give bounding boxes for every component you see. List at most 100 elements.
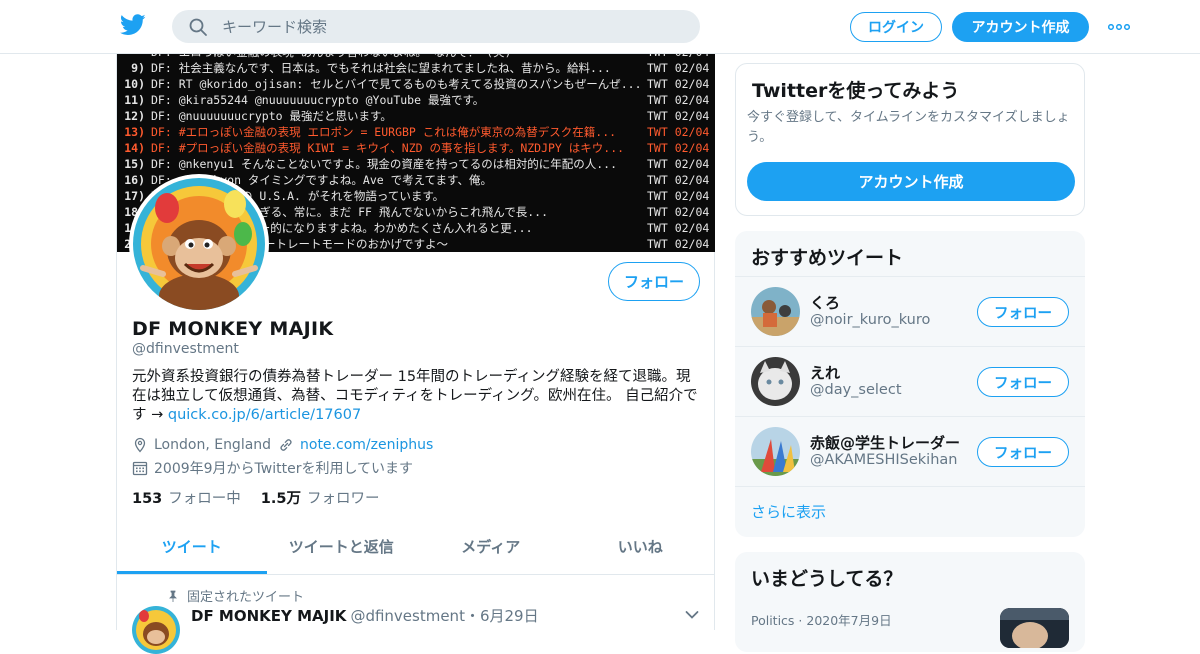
banner-line-number: 15) xyxy=(124,157,145,171)
banner-line-number: 13) xyxy=(124,125,145,139)
pinned-label: 固定されたツイート xyxy=(167,586,304,605)
banner-line-source: TWT 02/04 xyxy=(647,173,710,187)
followers-stat[interactable]: 1.5万 フォロワー xyxy=(261,487,380,508)
tweet-author-name[interactable]: DF MONKEY MAJIK xyxy=(191,607,346,625)
signup-card-title: Twitterを使ってみよう xyxy=(752,80,960,102)
user-name: くろ xyxy=(810,294,841,312)
tab-media[interactable]: メディア xyxy=(416,522,566,574)
banner-line-text: DF: #プロっぽい金融の表現 KIWI = キウイ、NZD の事を指します。N… xyxy=(151,141,625,155)
banner-line: 13) DF: #エロっぽい金融の表現 エロポン = EURGBP これは俺が東京… xyxy=(123,124,713,140)
follow-button[interactable]: フォロー xyxy=(977,297,1069,327)
banner-line: 10) DF: RT @korido_ojisan: セルとバイで見てるものも考え… xyxy=(123,76,713,92)
search-bar[interactable] xyxy=(172,10,700,43)
website-link[interactable]: note.com/zeniphus xyxy=(300,437,433,453)
twitter-bird-icon[interactable] xyxy=(120,14,146,36)
user-handle: @noir_kuro_kuro xyxy=(810,312,931,328)
banner-line-text: DF: #エロっぽい金融の表現 エロポン = EURGBP これは俺が東京の為替… xyxy=(151,125,617,139)
user-avatar[interactable] xyxy=(751,357,800,406)
signup-card: Twitterを使ってみよう 今すぐ登録して、タイムラインをカスタマイズしましょ… xyxy=(735,63,1085,216)
user-avatar-image xyxy=(751,287,800,336)
more-options-icon[interactable] xyxy=(1108,24,1130,30)
signup-card-text: 今すぐ登録して、タイムラインをカスタマイズしましょう。 xyxy=(747,110,1070,145)
trend-thumbnail[interactable] xyxy=(1000,608,1069,648)
recommended-title: おすすめツイート xyxy=(751,247,904,269)
calendar-icon xyxy=(132,461,148,476)
pinned-tweet-header: DF MONKEY MAJIK @dfinvestment・6月29日 xyxy=(191,605,539,626)
banner-line-text: DF: RT @korido_ojisan: セルとバイで見てるものも考えてる投… xyxy=(151,77,639,91)
trends-title: いまどうしてる？ xyxy=(751,568,903,590)
tweet-date[interactable]: ・6月29日 xyxy=(465,607,539,625)
recommended-user[interactable]: くろ @noir_kuro_kuro フォロー xyxy=(735,276,1085,346)
user-avatar-image xyxy=(751,357,800,406)
show-more-link[interactable]: さらに表示 xyxy=(751,501,826,522)
banner-line-text: DF: @nuuuuuuucrypto 最強だと思います。 xyxy=(151,109,392,123)
banner-line-number: 11) xyxy=(124,93,145,107)
signup-button[interactable]: アカウント作成 xyxy=(952,12,1089,42)
recommended-user[interactable]: 赤飯@学生トレーダー @AKAMESHISekihan フォロー xyxy=(735,416,1085,486)
tweet-avatar-image xyxy=(132,606,180,654)
banner-line-source: TWT 02/04 xyxy=(647,93,710,107)
followers-label: フォロワー xyxy=(306,491,380,507)
banner-line-source: TWT 02/04 xyxy=(647,77,710,91)
bio-link[interactable]: quick.co.jp/6/article/17607 xyxy=(168,407,361,423)
following-stat[interactable]: 153 フォロー中 xyxy=(132,487,241,508)
pinned-label-text: 固定されたツイート xyxy=(187,590,305,605)
search-input[interactable] xyxy=(222,10,682,43)
joined-text: 2009年9月からTwitterを利用しています xyxy=(154,461,414,477)
profile-tabs: ツイート ツイートと返信 メディア いいね xyxy=(117,522,715,575)
banner-line-source: TWT 02/04 xyxy=(647,237,710,251)
profile-stats: 153 フォロー中 1.5万 フォロワー xyxy=(132,487,379,508)
tab-likes[interactable]: いいね xyxy=(566,522,716,574)
banner-line-text: DF: @nkenyu1 そんなことないですよ。現金の資産を持ってるのは相対的に… xyxy=(151,157,618,171)
banner-line: 14) DF: #プロっぽい金融の表現 KIWI = キウイ、NZD の事を指しま… xyxy=(123,140,713,156)
banner-line: 12) DF: @nuuuuuuucrypto 最強だと思います。 TWT 02/0… xyxy=(123,108,713,124)
banner-line-number: 12) xyxy=(124,109,145,123)
banner-line: 11) DF: @kira55244 @nuuuuuuucrypto @YouTu… xyxy=(123,92,713,108)
banner-line-source: TWT 02/04 xyxy=(647,221,710,235)
trend-meta: Politics · 2020年7月9日 xyxy=(751,613,892,628)
location-text: London, England xyxy=(154,437,272,453)
signup-card-button[interactable]: アカウント作成 xyxy=(747,162,1075,201)
user-avatar[interactable] xyxy=(751,427,800,476)
tweet-author-handle[interactable]: @dfinvestment xyxy=(350,607,465,625)
banner-line-number: 14) xyxy=(124,141,145,155)
follow-button[interactable]: フォロー xyxy=(608,262,700,301)
pin-icon xyxy=(169,590,177,602)
followers-count: 1.5万 xyxy=(260,491,301,507)
banner-line-source: TWT 02/04 xyxy=(647,125,710,139)
banner-line-text: DF: @kira55244 @nuuuuuuucrypto @YouTube … xyxy=(151,93,485,107)
login-button[interactable]: ログイン xyxy=(850,12,942,42)
following-label: フォロー中 xyxy=(168,491,241,507)
trend-thumbnail-image xyxy=(1000,608,1069,648)
link-icon xyxy=(280,439,292,451)
banner-line: 15) DF: @nkenyu1 そんなことないですよ。現金の資産を持ってるのは相… xyxy=(123,156,713,172)
user-handle: @AKAMESHISekihan xyxy=(810,452,958,468)
banner-line-source: TWT 02/04 xyxy=(647,205,710,219)
location-row: London, England xyxy=(132,437,271,453)
location-pin-icon xyxy=(134,437,146,453)
chevron-down-icon[interactable] xyxy=(685,610,699,620)
joined-row: 2009年9月からTwitterを利用しています xyxy=(132,458,413,478)
recommended-user[interactable]: えれ @day_select フォロー xyxy=(735,346,1085,416)
search-icon xyxy=(189,18,207,36)
user-avatar-image xyxy=(751,427,800,476)
banner-line-number: 9) xyxy=(131,61,145,75)
profile-column: DF: エロっぽい金融の表現 あんまり言わないよね。 なんで？ (笑)TWT 0… xyxy=(116,54,715,654)
banner-line: 9) DF: 社会主義なんです、日本は。でもそれは社会に望まれてましたね、昔から。… xyxy=(123,60,713,76)
profile-avatar[interactable] xyxy=(129,174,269,314)
banner-line-source: TWT 02/04 xyxy=(647,109,710,123)
banner-line-source: TWT 02/04 xyxy=(647,189,710,203)
user-name: 赤飯@学生トレーダー xyxy=(810,434,961,452)
follow-button[interactable]: フォロー xyxy=(977,437,1069,467)
tab-tweets[interactable]: ツイート xyxy=(117,522,267,574)
profile-handle[interactable]: @dfinvestment xyxy=(132,341,239,357)
website-row: note.com/zeniphus xyxy=(278,437,433,453)
user-handle: @day_select xyxy=(810,382,902,398)
following-count: 153 xyxy=(132,491,163,507)
tab-tweets-replies[interactable]: ツイートと返信 xyxy=(267,522,417,574)
user-avatar[interactable] xyxy=(751,287,800,336)
tweet-avatar[interactable] xyxy=(132,606,180,654)
profile-name: DF MONKEY MAJIK xyxy=(132,318,334,340)
follow-button[interactable]: フォロー xyxy=(977,367,1069,397)
banner-line-source: TWT 02/04 xyxy=(647,61,710,75)
